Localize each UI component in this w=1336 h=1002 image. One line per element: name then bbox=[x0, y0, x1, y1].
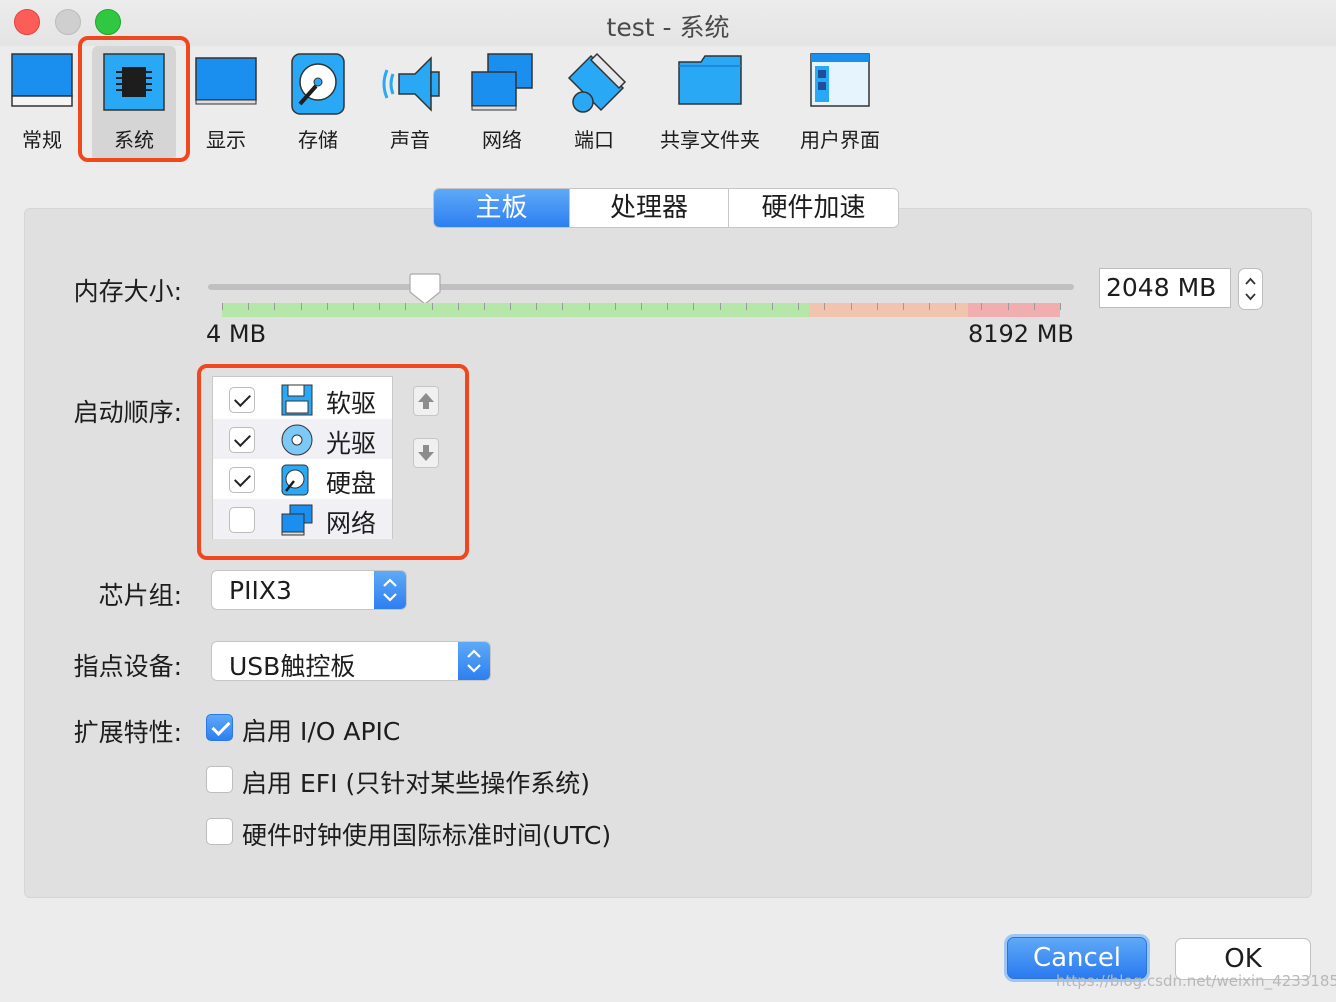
chipset-label: 芯片组: bbox=[98, 581, 182, 610]
port-icon bbox=[567, 52, 627, 113]
scale-tick bbox=[877, 303, 878, 310]
scale-tick bbox=[327, 303, 328, 310]
scale-tick bbox=[929, 303, 930, 310]
toolbar-item-shared-folders[interactable]: 共享文件夹 bbox=[652, 46, 768, 161]
title-bar: test - 系统 bbox=[0, 0, 1336, 46]
scale-tick bbox=[903, 303, 904, 310]
scale-tick bbox=[484, 303, 485, 310]
pointing-device-value: USB触控板 bbox=[229, 652, 356, 681]
scale-tick bbox=[824, 303, 825, 310]
display-icon bbox=[195, 57, 257, 105]
chipset-select[interactable]: PIIX3 bbox=[211, 570, 407, 610]
toolbar-label-network: 网络 bbox=[482, 128, 522, 152]
scale-tick bbox=[615, 303, 616, 310]
io-apic-checkbox[interactable] bbox=[206, 714, 233, 741]
toolbar-label-display: 显示 bbox=[206, 128, 246, 152]
toolbar-label-ports: 端口 bbox=[574, 128, 614, 152]
pointing-device-label: 指点设备: bbox=[73, 652, 182, 681]
user-interface-icon bbox=[810, 53, 870, 107]
memory-slider-track[interactable] bbox=[208, 284, 1074, 290]
boot-order-label: 启动顺序: bbox=[73, 398, 182, 427]
scale-tick bbox=[981, 303, 982, 310]
scale-tick bbox=[432, 303, 433, 310]
tab-motherboard[interactable]: 主板 bbox=[434, 189, 569, 227]
memory-size-label: 内存大小: bbox=[73, 277, 182, 306]
toolbar-item-display[interactable]: 显示 bbox=[188, 46, 264, 161]
toolbar-item-network[interactable]: 网络 bbox=[464, 46, 540, 161]
scale-tick bbox=[720, 303, 721, 310]
utc-clock-checkbox[interactable] bbox=[206, 818, 233, 845]
scale-tick bbox=[798, 303, 799, 310]
scale-tick bbox=[510, 303, 511, 310]
scale-tick bbox=[772, 303, 773, 310]
scale-tick bbox=[1060, 303, 1061, 310]
scale-tick bbox=[746, 303, 747, 310]
scale-tick bbox=[851, 303, 852, 310]
settings-toolbar: 常规 系统 显示 存储 声音 网络 端口 共享文件夹 用户界面 bbox=[0, 46, 1336, 166]
chipset-dropdown-button[interactable] bbox=[374, 571, 406, 609]
memory-scale bbox=[222, 303, 1061, 317]
scale-tick bbox=[667, 303, 668, 310]
toolbar-item-storage[interactable]: 存储 bbox=[280, 46, 356, 161]
pointing-device-dropdown-button[interactable] bbox=[458, 642, 490, 680]
chipset-value: PIIX3 bbox=[229, 576, 292, 605]
toolbar-label-storage: 存储 bbox=[298, 128, 338, 152]
memory-size-input[interactable]: 2048 MB bbox=[1099, 268, 1231, 308]
scale-tick bbox=[222, 303, 223, 310]
utc-clock-label: 硬件时钟使用国际标准时间(UTC) bbox=[242, 821, 612, 850]
toolbar-label-shared-folders: 共享文件夹 bbox=[660, 128, 760, 152]
scale-tick bbox=[589, 303, 590, 310]
toolbar-label-general: 常规 bbox=[22, 128, 62, 152]
tab-processor[interactable]: 处理器 bbox=[569, 189, 728, 227]
toolbar-item-ports[interactable]: 端口 bbox=[556, 46, 632, 161]
watermark: https://blog.csdn.net/weixin_42331851 bbox=[1056, 972, 1336, 990]
scale-tick bbox=[458, 303, 459, 310]
toolbar-item-user-interface[interactable]: 用户界面 bbox=[792, 46, 888, 161]
scale-tick bbox=[955, 303, 956, 310]
scale-tick bbox=[536, 303, 537, 310]
network-icon bbox=[471, 53, 533, 111]
scale-tick bbox=[301, 303, 302, 310]
toolbar-item-audio[interactable]: 声音 bbox=[372, 46, 448, 161]
monitor-icon bbox=[11, 53, 73, 107]
stepper-arrows-icon bbox=[1245, 277, 1256, 301]
extended-features-label: 扩展特性: bbox=[73, 718, 182, 747]
window-title: test - 系统 bbox=[606, 13, 730, 42]
memory-slider-knob[interactable] bbox=[408, 272, 441, 306]
io-apic-label: 启用 I/O APIC bbox=[242, 717, 401, 746]
highlight-box-boot-order bbox=[197, 364, 469, 560]
speaker-icon bbox=[382, 56, 440, 112]
chevron-updown-icon bbox=[383, 578, 397, 602]
settings-tabs: 主板 处理器 硬件加速 bbox=[433, 188, 899, 228]
scale-segment-orange bbox=[808, 303, 968, 317]
scale-tick bbox=[1008, 303, 1009, 310]
memory-max-label: 8192 MB bbox=[968, 320, 1074, 348]
pointing-device-select[interactable]: USB触控板 bbox=[211, 641, 491, 681]
scale-tick bbox=[274, 303, 275, 310]
highlight-box-system bbox=[78, 36, 190, 162]
scale-tick bbox=[693, 303, 694, 310]
memory-min-label: 4 MB bbox=[206, 320, 267, 348]
memory-size-stepper[interactable] bbox=[1238, 268, 1263, 310]
toolbar-item-general[interactable]: 常规 bbox=[4, 46, 80, 161]
scale-tick bbox=[379, 303, 380, 310]
scale-tick bbox=[641, 303, 642, 310]
scale-tick bbox=[248, 303, 249, 310]
scale-tick bbox=[1034, 303, 1035, 310]
chevron-updown-icon bbox=[467, 649, 481, 673]
efi-checkbox[interactable] bbox=[206, 766, 233, 793]
scale-tick bbox=[405, 303, 406, 310]
efi-label: 启用 EFI (只针对某些操作系统) bbox=[242, 769, 590, 798]
tab-acceleration[interactable]: 硬件加速 bbox=[728, 189, 898, 227]
scale-tick bbox=[562, 303, 563, 310]
toolbar-label-user-interface: 用户界面 bbox=[800, 128, 880, 152]
storage-icon bbox=[291, 53, 345, 115]
scale-tick bbox=[353, 303, 354, 310]
folder-icon bbox=[678, 55, 742, 105]
toolbar-label-audio: 声音 bbox=[390, 128, 430, 152]
